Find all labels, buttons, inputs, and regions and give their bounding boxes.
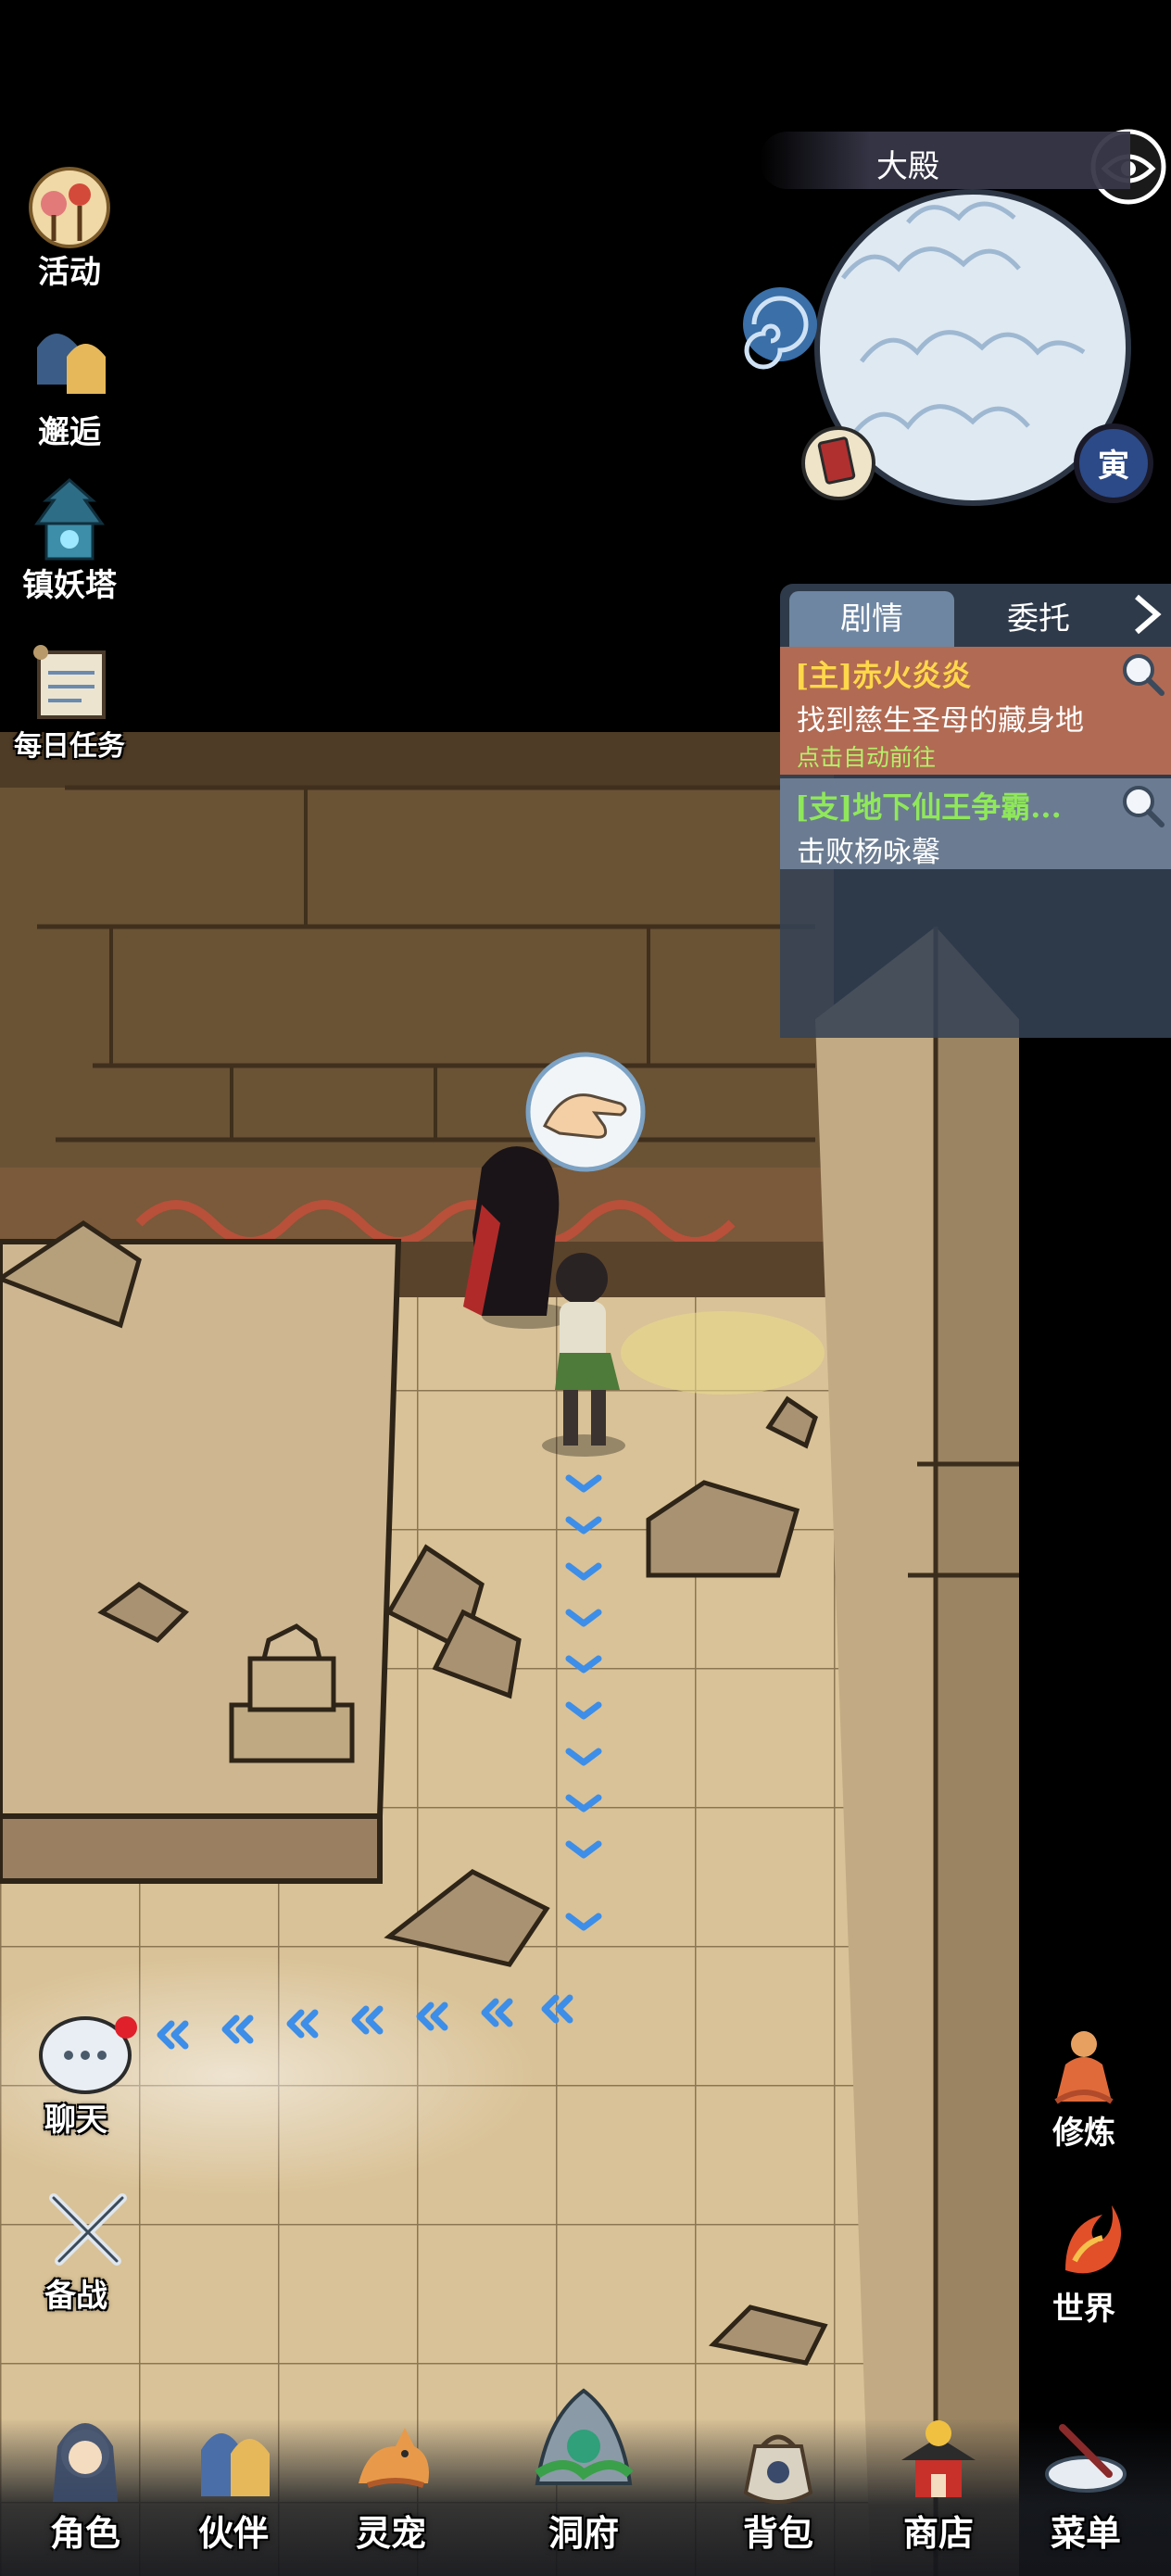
world-label: 世界	[1052, 2291, 1115, 2328]
prepare-button[interactable]: 备战	[19, 2187, 157, 2316]
time-badge: 寅	[1074, 423, 1153, 503]
phoenix-icon	[1065, 2205, 1121, 2274]
nav-cave[interactable]: 洞府	[510, 2363, 658, 2576]
stone-platform	[0, 1219, 402, 1884]
nav-shop-label: 商店	[902, 2512, 974, 2554]
events-button[interactable]: 活动	[0, 159, 139, 292]
cultivate-button[interactable]: 修炼	[1019, 2020, 1149, 2153]
events-label: 活动	[38, 254, 101, 291]
side-quest-item[interactable]: [支]地下仙王争霸... 击败杨咏馨	[780, 778, 1171, 869]
scroll-icon	[33, 645, 106, 719]
minimap-title-bar: 大殿	[760, 132, 1130, 189]
cultivate-label: 修炼	[1052, 2115, 1115, 2152]
encounter-icon	[37, 334, 106, 394]
encounter-label: 邂逅	[38, 414, 101, 451]
pouch-icon	[743, 2434, 813, 2504]
main-quest-title: [主]赤火炎炎	[795, 658, 972, 693]
nav-menu[interactable]: 菜单	[1021, 2400, 1151, 2576]
nav-spirit-pet[interactable]: 灵宠	[326, 2400, 456, 2576]
nav-shop[interactable]: 商店	[874, 2400, 1003, 2576]
portal-swirl-icon[interactable]	[743, 287, 817, 370]
nav-backpack-label: 背包	[742, 2512, 813, 2554]
tab-commission[interactable]: 委托	[956, 591, 1121, 647]
notification-dot	[115, 2016, 137, 2039]
brush-scroll-icon	[1045, 2424, 1127, 2493]
time-badge-label: 寅	[1098, 448, 1129, 485]
demon-tower-button[interactable]: 镇妖塔	[0, 473, 139, 605]
events-icon	[29, 167, 110, 248]
search-icon[interactable]	[1119, 650, 1167, 699]
spirit-fox-icon	[359, 2428, 429, 2488]
game-scene[interactable]: 寅	[0, 0, 1171, 2576]
back-wall	[0, 732, 834, 1307]
daily-tasks-button[interactable]: 每日任务	[0, 636, 139, 764]
nav-menu-label: 菜单	[1050, 2512, 1121, 2554]
scroll-card-icon[interactable]	[801, 426, 875, 500]
prepare-label: 备战	[44, 2278, 107, 2315]
demon-tower-label: 镇妖塔	[22, 567, 117, 604]
cave-mountain-icon	[535, 2388, 634, 2485]
interact-hand-icon[interactable]	[525, 1052, 646, 1172]
daily-tasks-label: 每日任务	[14, 730, 125, 763]
nav-character[interactable]: 角色	[20, 2400, 150, 2576]
character-portrait-icon	[53, 2423, 118, 2502]
location-name: 大殿	[876, 148, 939, 185]
nav-partner-label: 伙伴	[197, 2512, 269, 2554]
meditation-icon	[1054, 2031, 1114, 2104]
encounter-button[interactable]: 邂逅	[0, 320, 139, 452]
side-quest-title: [支]地下仙王争霸...	[795, 789, 1062, 825]
quest-panel: 剧情 委托 [主]赤火炎炎 找到慈生圣母的藏身地 点击自动前往 [支]地下仙王争…	[780, 584, 1171, 1038]
nav-backpack[interactable]: 背包	[713, 2400, 843, 2576]
chat-bubble-icon	[39, 2016, 137, 2094]
main-quest-description: 找到慈生圣母的藏身地	[797, 704, 1084, 738]
demon-tower-icon	[34, 478, 105, 561]
nav-character-label: 角色	[49, 2512, 120, 2554]
nav-spirit-pet-label: 灵宠	[355, 2512, 426, 2554]
nav-cave-label: 洞府	[548, 2512, 619, 2554]
next-tab-arrow-icon[interactable]	[1125, 591, 1167, 647]
auto-travel-hint[interactable]: 点击自动前往	[797, 739, 936, 773]
chat-button[interactable]: 聊天	[19, 2011, 157, 2140]
crossed-swords-icon	[49, 2193, 127, 2266]
chat-label: 聊天	[44, 2102, 107, 2139]
partner-icon	[201, 2433, 270, 2496]
glowing-mark[interactable]	[621, 1311, 825, 1395]
side-quest-description: 击败杨咏馨	[797, 836, 940, 869]
main-quest-item[interactable]: [主]赤火炎炎 找到慈生圣母的藏身地 点击自动前往	[780, 647, 1171, 775]
nav-partner[interactable]: 伙伴	[169, 2400, 298, 2576]
shop-pagoda-icon	[901, 2420, 976, 2497]
world-button[interactable]: 世界	[1019, 2196, 1149, 2329]
tab-story[interactable]: 剧情	[789, 591, 954, 647]
search-icon[interactable]	[1119, 782, 1167, 830]
